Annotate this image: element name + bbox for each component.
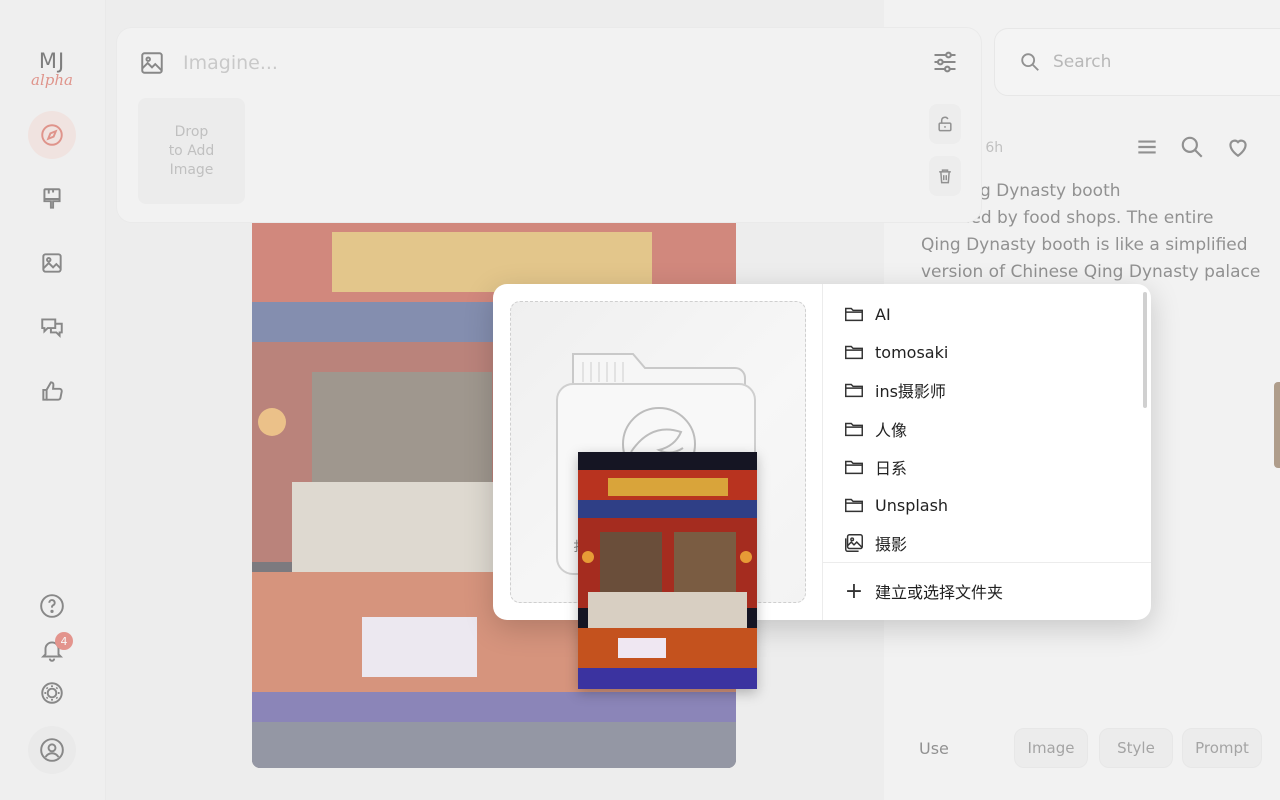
popup-footer-divider (823, 562, 1151, 563)
folder-label: 人像 (875, 421, 908, 440)
notifications-button[interactable]: 4 (28, 626, 76, 674)
sidebar-item-explore[interactable] (28, 111, 76, 159)
next-image-thumbnail[interactable] (1274, 382, 1280, 468)
sun-icon (41, 682, 63, 704)
drop-image-zone[interactable]: Drop to Add Image (138, 98, 245, 204)
sidebar-item-create[interactable] (28, 175, 76, 223)
help-button[interactable] (28, 582, 76, 630)
dragged-image-thumbnail[interactable] (578, 452, 757, 689)
question-icon (40, 594, 64, 618)
sidebar-item-chat[interactable] (28, 303, 76, 351)
folder-item-photography[interactable]: 摄影 (843, 526, 1133, 560)
compass-icon (41, 124, 63, 146)
folder-icon (845, 383, 863, 398)
sidebar-item-organize[interactable] (28, 239, 76, 287)
chat-icon (41, 318, 63, 339)
search-similar-icon[interactable] (1179, 134, 1205, 160)
use-image-button[interactable]: Image (1014, 728, 1088, 768)
image-icon (42, 253, 62, 273)
use-prompt-button[interactable]: Prompt (1182, 728, 1262, 768)
folder-icon (845, 498, 863, 513)
image-upload-icon[interactable] (139, 50, 165, 76)
logo-alpha: alpha (31, 71, 73, 89)
use-label: Use (919, 739, 949, 758)
folder-item-ai[interactable]: AI (843, 297, 1133, 331)
use-style-button[interactable]: Style (1099, 728, 1173, 768)
search-input[interactable]: Search (994, 28, 1280, 96)
folder-label: 摄影 (875, 535, 908, 554)
use-row: Use Image Style Prompt (919, 728, 1279, 768)
folder-list-scrollbar[interactable] (1143, 292, 1147, 408)
folder-icon (845, 460, 863, 475)
lock-button[interactable] (929, 104, 961, 144)
logo[interactable]: MJ alpha (24, 50, 80, 88)
heart-icon[interactable] (1225, 134, 1251, 160)
folder-icon (845, 307, 863, 322)
delete-button[interactable] (929, 156, 961, 196)
logo-mj: MJ (38, 49, 66, 73)
theme-button[interactable] (28, 669, 76, 717)
plus-icon: + (844, 578, 864, 604)
folder-icon (845, 345, 863, 360)
folder-list: AI tomosaki ins摄影师 人像 日系 Unsplash 摄影 (823, 284, 1151, 562)
image-folder-icon (845, 534, 863, 552)
folder-item-ins[interactable]: ins摄影师 (843, 373, 1133, 407)
qing-booth-thumbnail (578, 452, 757, 689)
prompt-bar: Imagine... Drop to Add Image (116, 27, 982, 223)
folder-label: AI (875, 304, 891, 324)
folder-label: ins摄影师 (875, 382, 946, 401)
user-icon (40, 738, 64, 762)
folder-item-tomosaki[interactable]: tomosaki (843, 335, 1133, 369)
prompt-input[interactable]: Imagine... (183, 52, 278, 74)
sidebar: MJ alpha 4 (0, 0, 106, 800)
trash-icon (939, 169, 951, 184)
thumbs-up-icon (42, 381, 63, 401)
folder-icon (845, 422, 863, 437)
folder-item-japanese[interactable]: 日系 (843, 450, 1133, 484)
search-icon (1021, 53, 1039, 71)
folder-label: 日系 (875, 459, 908, 478)
settings-sliders-icon[interactable] (931, 48, 959, 76)
folder-label: tomosaki (875, 342, 949, 362)
sidebar-item-rank[interactable] (28, 367, 76, 415)
folder-item-unsplash[interactable]: Unsplash (843, 488, 1133, 522)
paintbrush-icon (43, 188, 61, 209)
create-folder-button[interactable]: + 建立或选择文件夹 (843, 576, 1003, 606)
folder-label: Unsplash (875, 495, 949, 515)
notification-badge: 4 (55, 632, 73, 650)
filter-lines-icon[interactable] (1134, 134, 1160, 160)
post-time: 6h (985, 140, 1004, 156)
create-folder-label: 建立或选择文件夹 (875, 583, 1004, 602)
account-button[interactable] (28, 726, 76, 774)
unlock-icon (938, 116, 952, 132)
folder-item-portrait[interactable]: 人像 (843, 412, 1133, 446)
search-placeholder: Search (1053, 52, 1112, 72)
